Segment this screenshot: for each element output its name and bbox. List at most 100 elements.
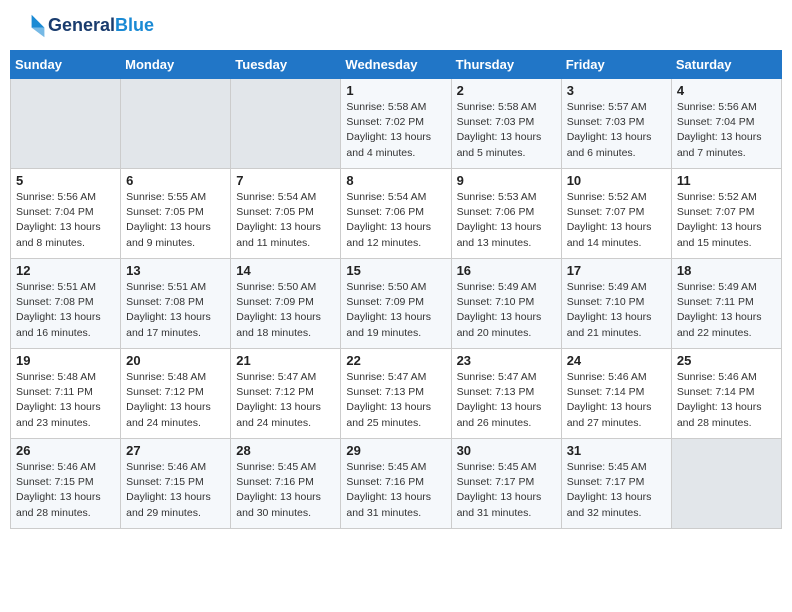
day-number: 18 (677, 263, 776, 278)
col-header-friday: Friday (561, 51, 671, 79)
calendar-cell: 24 Sunrise: 5:46 AM Sunset: 7:14 PM Dayli… (561, 349, 671, 439)
calendar-cell: 23 Sunrise: 5:47 AM Sunset: 7:13 PM Dayli… (451, 349, 561, 439)
calendar-week-3: 12 Sunrise: 5:51 AM Sunset: 7:08 PM Dayli… (11, 259, 782, 349)
day-number: 22 (346, 353, 445, 368)
day-info: Sunrise: 5:57 AM Sunset: 7:03 PM Dayligh… (567, 100, 666, 161)
calendar-cell: 9 Sunrise: 5:53 AM Sunset: 7:06 PM Daylig… (451, 169, 561, 259)
day-info: Sunrise: 5:47 AM Sunset: 7:13 PM Dayligh… (346, 370, 445, 431)
day-number: 9 (457, 173, 556, 188)
day-info: Sunrise: 5:54 AM Sunset: 7:05 PM Dayligh… (236, 190, 335, 251)
calendar-cell (231, 79, 341, 169)
calendar-week-1: 1 Sunrise: 5:58 AM Sunset: 7:02 PM Daylig… (11, 79, 782, 169)
day-number: 28 (236, 443, 335, 458)
day-number: 1 (346, 83, 445, 98)
calendar-week-5: 26 Sunrise: 5:46 AM Sunset: 7:15 PM Dayli… (11, 439, 782, 529)
calendar-cell: 2 Sunrise: 5:58 AM Sunset: 7:03 PM Daylig… (451, 79, 561, 169)
col-header-thursday: Thursday (451, 51, 561, 79)
calendar-cell: 26 Sunrise: 5:46 AM Sunset: 7:15 PM Dayli… (11, 439, 121, 529)
page-header: GeneralBlue (10, 10, 782, 42)
day-number: 21 (236, 353, 335, 368)
calendar-cell: 10 Sunrise: 5:52 AM Sunset: 7:07 PM Dayli… (561, 169, 671, 259)
calendar-week-4: 19Sunrise: 5:48 AM Sunset: 7:11 PM Dayli… (11, 349, 782, 439)
calendar-cell (11, 79, 121, 169)
calendar-cell: 27 Sunrise: 5:46 AM Sunset: 7:15 PM Dayli… (121, 439, 231, 529)
day-number: 27 (126, 443, 225, 458)
calendar-cell: 16 Sunrise: 5:49 AM Sunset: 7:10 PM Dayli… (451, 259, 561, 349)
day-info: Sunrise: 5:52 AM Sunset: 7:07 PM Dayligh… (677, 190, 776, 251)
calendar-cell (671, 439, 781, 529)
day-info: Sunrise: 5:58 AM Sunset: 7:03 PM Dayligh… (457, 100, 556, 161)
day-info: Sunrise: 5:55 AM Sunset: 7:05 PM Dayligh… (126, 190, 225, 251)
calendar-cell: 4Sunrise: 5:56 AM Sunset: 7:04 PM Daylig… (671, 79, 781, 169)
day-info: Sunrise: 5:45 AM Sunset: 7:17 PM Dayligh… (457, 460, 556, 521)
calendar-cell: 15 Sunrise: 5:50 AM Sunset: 7:09 PM Dayli… (341, 259, 451, 349)
day-number: 16 (457, 263, 556, 278)
day-info: Sunrise: 5:47 AM Sunset: 7:12 PM Dayligh… (236, 370, 335, 431)
calendar-cell: 17 Sunrise: 5:49 AM Sunset: 7:10 PM Dayli… (561, 259, 671, 349)
day-info: Sunrise: 5:53 AM Sunset: 7:06 PM Dayligh… (457, 190, 556, 251)
calendar-cell: 29 Sunrise: 5:45 AM Sunset: 7:16 PM Dayli… (341, 439, 451, 529)
day-info: Sunrise: 5:46 AM Sunset: 7:15 PM Dayligh… (126, 460, 225, 521)
day-number: 10 (567, 173, 666, 188)
day-number: 4 (677, 83, 776, 98)
day-info: Sunrise: 5:45 AM Sunset: 7:16 PM Dayligh… (236, 460, 335, 521)
calendar-cell: 13Sunrise: 5:51 AM Sunset: 7:08 PM Dayli… (121, 259, 231, 349)
day-number: 26 (16, 443, 115, 458)
calendar-cell: 12 Sunrise: 5:51 AM Sunset: 7:08 PM Dayli… (11, 259, 121, 349)
day-info: Sunrise: 5:46 AM Sunset: 7:14 PM Dayligh… (677, 370, 776, 431)
logo: GeneralBlue (14, 10, 154, 42)
day-info: Sunrise: 5:50 AM Sunset: 7:09 PM Dayligh… (346, 280, 445, 341)
day-info: Sunrise: 5:46 AM Sunset: 7:15 PM Dayligh… (16, 460, 115, 521)
day-number: 15 (346, 263, 445, 278)
day-info: Sunrise: 5:49 AM Sunset: 7:10 PM Dayligh… (457, 280, 556, 341)
calendar-cell (121, 79, 231, 169)
calendar-table: SundayMondayTuesdayWednesdayThursdayFrid… (10, 50, 782, 529)
calendar-cell: 7 Sunrise: 5:54 AM Sunset: 7:05 PM Daylig… (231, 169, 341, 259)
day-info: Sunrise: 5:48 AM Sunset: 7:12 PM Dayligh… (126, 370, 225, 431)
calendar-cell: 11 Sunrise: 5:52 AM Sunset: 7:07 PM Dayli… (671, 169, 781, 259)
day-info: Sunrise: 5:52 AM Sunset: 7:07 PM Dayligh… (567, 190, 666, 251)
calendar-cell: 28 Sunrise: 5:45 AM Sunset: 7:16 PM Dayli… (231, 439, 341, 529)
col-header-monday: Monday (121, 51, 231, 79)
calendar-cell: 22 Sunrise: 5:47 AM Sunset: 7:13 PM Dayli… (341, 349, 451, 439)
day-number: 11 (677, 173, 776, 188)
day-number: 13 (126, 263, 225, 278)
day-info: Sunrise: 5:45 AM Sunset: 7:17 PM Dayligh… (567, 460, 666, 521)
day-number: 31 (567, 443, 666, 458)
day-info: Sunrise: 5:47 AM Sunset: 7:13 PM Dayligh… (457, 370, 556, 431)
day-number: 12 (16, 263, 115, 278)
calendar-cell: 19Sunrise: 5:48 AM Sunset: 7:11 PM Dayli… (11, 349, 121, 439)
col-header-tuesday: Tuesday (231, 51, 341, 79)
day-number: 29 (346, 443, 445, 458)
day-info: Sunrise: 5:49 AM Sunset: 7:11 PM Dayligh… (677, 280, 776, 341)
logo-icon (14, 10, 46, 42)
day-info: Sunrise: 5:46 AM Sunset: 7:14 PM Dayligh… (567, 370, 666, 431)
day-number: 19 (16, 353, 115, 368)
day-number: 3 (567, 83, 666, 98)
calendar-cell: 6 Sunrise: 5:55 AM Sunset: 7:05 PM Daylig… (121, 169, 231, 259)
day-number: 17 (567, 263, 666, 278)
day-number: 6 (126, 173, 225, 188)
day-number: 30 (457, 443, 556, 458)
calendar-cell: 1 Sunrise: 5:58 AM Sunset: 7:02 PM Daylig… (341, 79, 451, 169)
col-header-saturday: Saturday (671, 51, 781, 79)
calendar-cell: 20Sunrise: 5:48 AM Sunset: 7:12 PM Dayli… (121, 349, 231, 439)
day-number: 2 (457, 83, 556, 98)
day-number: 5 (16, 173, 115, 188)
calendar-cell: 25 Sunrise: 5:46 AM Sunset: 7:14 PM Dayli… (671, 349, 781, 439)
calendar-cell: 14Sunrise: 5:50 AM Sunset: 7:09 PM Dayli… (231, 259, 341, 349)
day-info: Sunrise: 5:51 AM Sunset: 7:08 PM Dayligh… (16, 280, 115, 341)
calendar-cell: 5 Sunrise: 5:56 AM Sunset: 7:04 PM Daylig… (11, 169, 121, 259)
calendar-cell: 18 Sunrise: 5:49 AM Sunset: 7:11 PM Dayli… (671, 259, 781, 349)
calendar-cell: 21 Sunrise: 5:47 AM Sunset: 7:12 PM Dayli… (231, 349, 341, 439)
day-info: Sunrise: 5:45 AM Sunset: 7:16 PM Dayligh… (346, 460, 445, 521)
day-info: Sunrise: 5:56 AM Sunset: 7:04 PM Dayligh… (16, 190, 115, 251)
day-number: 7 (236, 173, 335, 188)
day-info: Sunrise: 5:58 AM Sunset: 7:02 PM Dayligh… (346, 100, 445, 161)
calendar-cell: 8Sunrise: 5:54 AM Sunset: 7:06 PM Daylig… (341, 169, 451, 259)
day-number: 25 (677, 353, 776, 368)
day-info: Sunrise: 5:49 AM Sunset: 7:10 PM Dayligh… (567, 280, 666, 341)
day-number: 24 (567, 353, 666, 368)
day-number: 23 (457, 353, 556, 368)
day-info: Sunrise: 5:54 AM Sunset: 7:06 PM Dayligh… (346, 190, 445, 251)
